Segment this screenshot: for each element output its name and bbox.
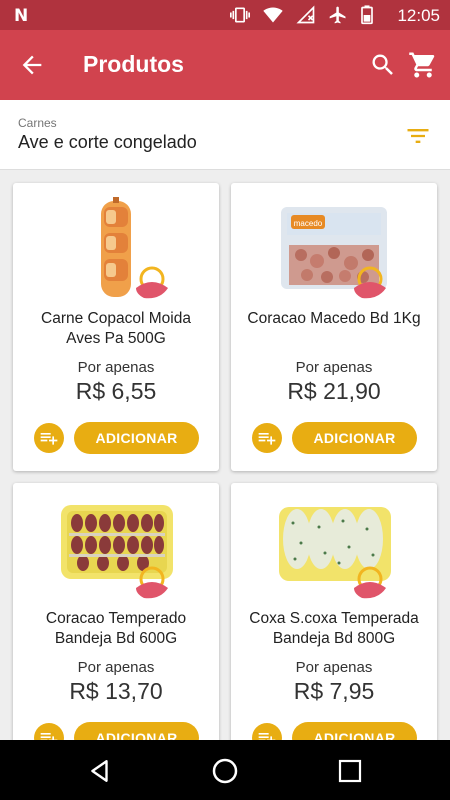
battery-icon <box>361 5 373 25</box>
product-price: R$ 6,55 <box>75 378 157 404</box>
add-to-cart-button[interactable]: ADICIONAR <box>74 422 199 454</box>
add-to-list-button[interactable] <box>252 423 282 453</box>
page-title: Produtos <box>83 51 184 77</box>
no-signal-icon <box>296 5 315 24</box>
playlist-add-icon <box>40 433 58 445</box>
product-name: Coracao Macedo Bd 1Kg <box>247 310 421 327</box>
category-label: Carnes <box>18 116 57 130</box>
pack-brand-text: macedo <box>294 219 323 228</box>
wifi-icon <box>263 7 283 23</box>
clock: 12:05 <box>397 6 440 25</box>
airplane-icon <box>329 6 346 24</box>
price-prefix: Por apenas <box>77 659 155 676</box>
nav-home-icon[interactable] <box>210 756 240 786</box>
product-price: R$ 7,95 <box>293 678 375 704</box>
product-name: Coxa S.coxa Temperada Bandeja Bd 800G <box>249 610 419 647</box>
system-navigation-bar <box>0 740 450 800</box>
product-card[interactable]: Coracao Temperado Bandeja Bd 600G Por ap… <box>13 483 219 771</box>
brand-badge-icon <box>136 266 168 299</box>
nav-recents-icon[interactable] <box>338 759 362 783</box>
notification-n-icon: N <box>14 6 29 26</box>
product-name: Carne Copacol Moida Aves Pa 500G <box>41 310 191 347</box>
product-image: macedo <box>231 183 437 303</box>
playlist-add-icon <box>258 433 276 445</box>
product-price: R$ 13,70 <box>69 678 163 704</box>
app-bar: Produtos <box>0 30 450 100</box>
product-card[interactable]: Coxa S.coxa Temperada Bandeja Bd 800G Po… <box>231 483 437 771</box>
subcategory-label: Ave e corte congelado <box>18 132 197 152</box>
brand-badge-icon <box>354 566 386 599</box>
category-filter-bar: Carnes Ave e corte congelado <box>0 100 450 170</box>
cart-icon[interactable] <box>408 50 438 80</box>
product-card[interactable]: Carne Copacol Moida Aves Pa 500G Por ape… <box>13 183 219 471</box>
nav-back-icon[interactable] <box>87 758 113 784</box>
product-price: R$ 21,90 <box>287 378 381 404</box>
search-icon[interactable] <box>369 51 397 79</box>
product-image <box>13 483 219 603</box>
price-prefix: Por apenas <box>77 359 155 376</box>
product-card[interactable]: macedo Coracao Macedo Bd 1Kg Por apenas … <box>231 183 437 471</box>
arrow-back-icon[interactable] <box>18 51 46 79</box>
product-name: Coracao Temperado Bandeja Bd 600G <box>45 610 187 647</box>
brand-badge-icon <box>354 266 386 299</box>
product-image <box>13 183 219 303</box>
add-to-list-button[interactable] <box>34 423 64 453</box>
add-to-cart-button[interactable]: ADICIONAR <box>292 422 417 454</box>
brand-badge-icon <box>136 566 168 599</box>
price-prefix: Por apenas <box>295 359 373 376</box>
price-prefix: Por apenas <box>295 659 373 676</box>
vibrate-icon <box>230 7 250 23</box>
system-icons <box>230 5 374 25</box>
status-bar: N 12:05 <box>0 0 450 30</box>
filter-list-icon[interactable] <box>404 122 432 150</box>
product-image <box>231 483 437 603</box>
